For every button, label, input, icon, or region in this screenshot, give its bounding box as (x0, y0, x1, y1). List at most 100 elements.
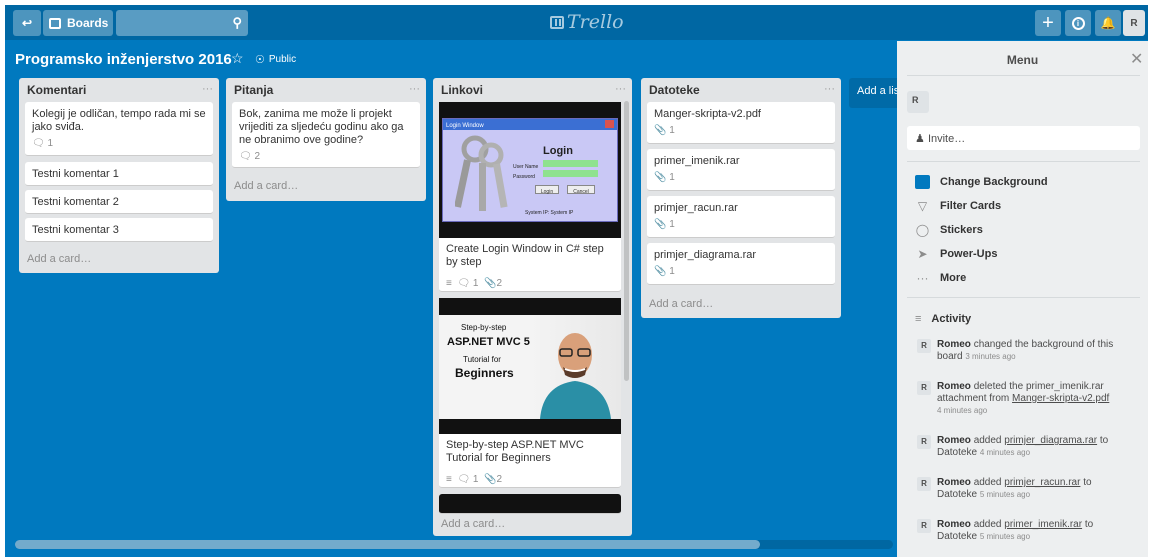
more-item[interactable]: ··· More (915, 271, 967, 285)
horizontal-scrollbar-thumb[interactable] (15, 540, 760, 549)
list-komentari: Komentari ··· Kolegij je odličan, tempo … (19, 78, 219, 273)
add-button[interactable]: + (1035, 10, 1061, 36)
more-icon[interactable]: ··· (615, 83, 626, 100)
change-background-item[interactable]: Change Background (915, 175, 1048, 189)
comment-badge: 🗨 2 (239, 151, 261, 162)
list-scrollbar[interactable] (624, 101, 629, 381)
activity-avatar[interactable]: R (917, 339, 931, 353)
ellipsis-icon: ··· (916, 271, 929, 285)
activity-user[interactable]: Romeo (937, 339, 971, 350)
comment-count: 1 (472, 474, 479, 485)
activity-user[interactable]: Romeo (937, 381, 971, 392)
search-icon: ⚲ (232, 15, 242, 30)
list-header[interactable]: Datoteke ··· (641, 78, 841, 100)
activity-link[interactable]: primer_imenik.rar (1004, 519, 1082, 530)
activity-link[interactable]: primjer_diagrama.rar (1004, 435, 1097, 446)
list-title: Pitanja (234, 83, 274, 97)
activity-time[interactable]: 4 minutes ago (937, 406, 987, 415)
add-card-button[interactable]: Add a card… (27, 253, 91, 265)
boards-button[interactable]: Boards (43, 10, 113, 36)
star-icon[interactable]: ☆ (231, 50, 244, 67)
activity-user[interactable]: Romeo (937, 477, 971, 488)
user-avatar[interactable]: R (1123, 10, 1145, 36)
comment-count: 1 (47, 138, 54, 149)
list-card[interactable]: Login Window Login User Name Password Lo… (439, 102, 621, 292)
list-card[interactable]: Testni komentar 1 (25, 162, 213, 186)
list-header[interactable]: Komentari ··· (19, 78, 219, 100)
info-icon: i (1071, 16, 1085, 30)
boards-label: Boards (67, 16, 109, 30)
person-icon: ♟ (915, 133, 925, 145)
visibility-label: Public (268, 54, 297, 65)
login-thumb-button: Login (535, 185, 559, 195)
activity-avatar[interactable]: R (917, 477, 931, 491)
activity-time[interactable]: 5 minutes ago (980, 532, 1030, 541)
back-button[interactable]: ↩ (13, 10, 41, 36)
list-card[interactable]: Bok, zanima me može li projekt vrijediti… (232, 102, 420, 168)
list-title: Datoteke (649, 83, 700, 97)
close-icon[interactable]: ✕ (1130, 49, 1143, 69)
search-input[interactable]: ⚲ (116, 10, 248, 36)
list-card[interactable] (439, 494, 621, 514)
list-card[interactable]: Step-by-step ASP.NET MVC 5 Tutorial for … (439, 298, 621, 488)
list-card[interactable]: Testni komentar 2 (25, 190, 213, 214)
activity-time[interactable]: 4 minutes ago (980, 448, 1030, 457)
activity-text: added (973, 519, 1002, 530)
activity-time[interactable]: 5 minutes ago (980, 490, 1030, 499)
card-title: Kolegij je odličan, tempo rada mi se jak… (32, 108, 206, 133)
add-card-button[interactable]: Add a card… (441, 518, 505, 530)
visibility-button[interactable]: ☉ Public (255, 53, 296, 66)
boards-icon (49, 17, 61, 29)
trello-logo[interactable]: Trello (550, 11, 624, 33)
stickers-item[interactable]: ◯ Stickers (915, 223, 983, 237)
globe-icon: ☉ (255, 54, 265, 66)
notifications-button[interactable]: 🔔 (1095, 10, 1121, 36)
list-card[interactable]: Manger-skripta-v2.pdf 📎 1 (647, 102, 835, 144)
filter-cards-item[interactable]: ▽ Filter Cards (915, 199, 1001, 213)
power-ups-item[interactable]: ➤ Power-Ups (915, 247, 997, 261)
activity-link[interactable]: primjer_racun.rar (1004, 477, 1080, 488)
divider (907, 297, 1140, 298)
comment-count: 1 (472, 278, 479, 289)
add-card-button[interactable]: Add a card… (234, 180, 298, 192)
attachment-count: 1 (669, 219, 675, 230)
attachment-badge: 📎 1 (654, 125, 675, 136)
invite-label: Invite… (927, 133, 966, 145)
card-title: Testni komentar 2 (32, 196, 119, 208)
activity-text: added (973, 477, 1002, 488)
list-card[interactable]: primer_imenik.rar 📎 1 (647, 149, 835, 191)
activity-header: ≡ Activity (915, 313, 971, 325)
info-button[interactable]: i (1065, 10, 1091, 36)
activity-avatar[interactable]: R (917, 435, 931, 449)
attachment-count: 2 (496, 278, 503, 289)
back-arrow-icon: ↩ (21, 16, 33, 30)
list-card[interactable]: Testni komentar 3 (25, 218, 213, 242)
activity-link[interactable]: Manger-skripta-v2.pdf (1012, 393, 1109, 404)
activity-item: R Romeo added primjer_racun.rar to Datot… (917, 477, 1132, 501)
activity-time[interactable]: 3 minutes ago (965, 352, 1015, 361)
logo-text: Trello (567, 11, 624, 33)
thumb-line3: Tutorial for (463, 355, 501, 364)
list-card[interactable]: primjer_diagrama.rar 📎 1 (647, 243, 835, 285)
window-controls-icon (605, 120, 614, 128)
sticker-icon: ◯ (915, 223, 930, 237)
login-heading: Login (543, 145, 573, 157)
list-header[interactable]: Linkovi ··· (433, 78, 632, 100)
list-header[interactable]: Pitanja ··· (226, 78, 426, 100)
presenter-photo (535, 315, 615, 419)
member-avatar[interactable]: R (907, 91, 929, 113)
list-card[interactable]: primjer_racun.rar 📎 1 (647, 196, 835, 238)
more-icon[interactable]: ··· (202, 83, 213, 100)
activity-avatar[interactable]: R (917, 519, 931, 533)
more-icon[interactable]: ··· (824, 83, 835, 100)
activity-avatar[interactable]: R (917, 381, 931, 395)
list-card[interactable]: Kolegij je odličan, tempo rada mi se jak… (25, 102, 213, 156)
add-card-button[interactable]: Add a card… (649, 298, 713, 310)
card-title: Testni komentar 3 (32, 224, 119, 236)
activity-user[interactable]: Romeo (937, 435, 971, 446)
more-icon[interactable]: ··· (409, 83, 420, 100)
board-title[interactable]: Programsko inženjerstvo 2016 (15, 51, 232, 68)
activity-user[interactable]: Romeo (937, 519, 971, 530)
invite-button[interactable]: ♟ Invite… (907, 126, 1140, 150)
tutorial-thumbnail: Step-by-step ASP.NET MVC 5 Tutorial for … (439, 315, 621, 419)
